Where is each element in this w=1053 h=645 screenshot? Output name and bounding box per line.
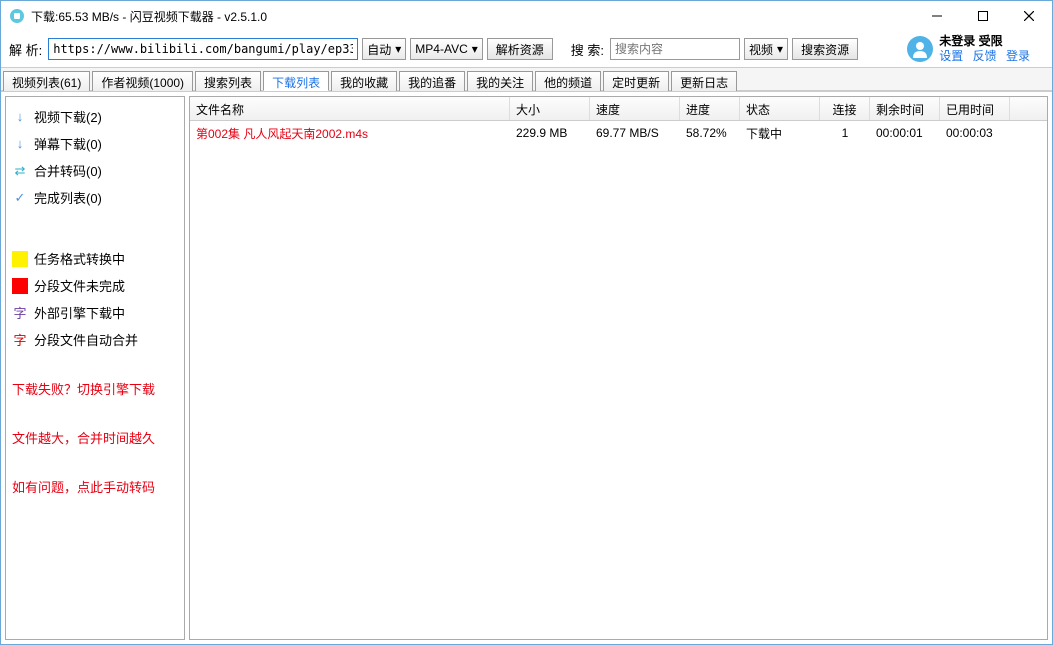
table-row[interactable]: 第002集 凡人风起天南2002.m4s 229.9 MB 69.77 MB/S… (190, 121, 1047, 145)
legend-incomplete: 分段文件未完成 (12, 274, 178, 297)
col-connections[interactable]: 连接 (820, 97, 870, 120)
col-filename[interactable]: 文件名称 (190, 97, 510, 120)
window-title: 下载:65.53 MB/s - 闪豆视频下载器 - v2.5.1.0 (31, 8, 267, 25)
chevron-down-icon: ▾ (395, 42, 401, 56)
legend-automerge: 字分段文件自动合并 (12, 328, 178, 351)
tab-video-list[interactable]: 视频列表(61) (3, 71, 90, 91)
parse-button[interactable]: 解析资源 (487, 38, 553, 60)
minimize-button[interactable] (914, 1, 960, 31)
sidebar-item-label: 弹幕下载(0) (34, 134, 102, 153)
search-input[interactable] (610, 38, 740, 60)
tab-changelog[interactable]: 更新日志 (671, 71, 737, 91)
sidebar: ↓ 视频下载(2) ↓ 弹幕下载(0) ⇄ 合并转码(0) ✓ 完成列表(0) … (5, 96, 185, 640)
col-size[interactable]: 大小 (510, 97, 590, 120)
cell-elapsed: 00:00:03 (940, 122, 1010, 144)
legend-external: 字外部引擎下载中 (12, 301, 178, 324)
parse-label: 解 析: (9, 40, 44, 59)
tab-download-list[interactable]: 下载列表 (263, 71, 329, 91)
url-input[interactable] (48, 38, 358, 60)
sidebar-item-merge[interactable]: ⇄ 合并转码(0) (12, 159, 178, 182)
search-type-dropdown[interactable]: 视频▾ (744, 38, 788, 60)
app-icon (9, 8, 25, 24)
tab-his-channel[interactable]: 他的频道 (535, 71, 601, 91)
convert-icon: ⇄ (12, 163, 28, 179)
tab-favorites[interactable]: 我的收藏 (331, 71, 397, 91)
sidebar-item-done[interactable]: ✓ 完成列表(0) (12, 186, 178, 209)
sidebar-item-label: 完成列表(0) (34, 188, 102, 207)
chevron-down-icon: ▾ (472, 42, 478, 56)
settings-link[interactable]: 设置 (939, 49, 963, 63)
sidebar-item-video-dl[interactable]: ↓ 视频下载(2) (12, 105, 178, 128)
login-link[interactable]: 登录 (1006, 49, 1030, 63)
search-button[interactable]: 搜索资源 (792, 38, 858, 60)
cell-filename: 第002集 凡人风起天南2002.m4s (190, 121, 510, 146)
tab-author-videos[interactable]: 作者视频(1000) (92, 71, 193, 91)
col-remaining[interactable]: 剩余时间 (870, 97, 940, 120)
cell-speed: 69.77 MB/S (590, 122, 680, 144)
cell-conn: 1 (820, 122, 870, 144)
col-speed[interactable]: 速度 (590, 97, 680, 120)
tip-large-file: 文件越大，合并时间越久 (12, 426, 178, 449)
cell-status: 下载中 (740, 121, 820, 146)
tabbar: 视频列表(61) 作者视频(1000) 搜索列表 下载列表 我的收藏 我的追番 … (1, 67, 1052, 91)
square-icon (12, 278, 28, 294)
tab-bangumi[interactable]: 我的追番 (399, 71, 465, 91)
col-progress[interactable]: 进度 (680, 97, 740, 120)
maximize-button[interactable] (960, 1, 1006, 31)
text-icon: 字 (12, 303, 28, 322)
tab-search-list[interactable]: 搜索列表 (195, 71, 261, 91)
square-icon (12, 251, 28, 267)
auto-dropdown[interactable]: 自动▾ (362, 38, 406, 60)
format-dropdown[interactable]: MP4-AVC▾ (410, 38, 482, 60)
tab-scheduled[interactable]: 定时更新 (603, 71, 669, 91)
close-button[interactable] (1006, 1, 1052, 31)
toolbar: 解 析: 自动▾ MP4-AVC▾ 解析资源 搜 索: 视频▾ 搜索资源 未登录… (1, 31, 1052, 67)
download-icon: ↓ (12, 109, 28, 125)
table-header: 文件名称 大小 速度 进度 状态 连接 剩余时间 已用时间 (190, 97, 1047, 121)
col-status[interactable]: 状态 (740, 97, 820, 120)
sidebar-item-danmu-dl[interactable]: ↓ 弹幕下载(0) (12, 132, 178, 155)
cell-progress: 58.72% (680, 122, 740, 144)
user-area: 未登录 受限 设置 反馈 登录 (907, 34, 1044, 64)
chevron-down-icon: ▾ (777, 42, 783, 56)
login-status: 未登录 受限 (939, 34, 1036, 49)
cell-size: 229.9 MB (510, 122, 590, 144)
sidebar-item-label: 视频下载(2) (34, 107, 102, 126)
avatar[interactable] (907, 36, 933, 62)
sidebar-item-label: 合并转码(0) (34, 161, 102, 180)
text-icon: 字 (12, 330, 28, 349)
feedback-link[interactable]: 反馈 (973, 49, 997, 63)
check-icon: ✓ (12, 190, 28, 206)
tip-switch-engine[interactable]: 下载失败？切换引擎下载 (12, 377, 178, 400)
col-elapsed[interactable]: 已用时间 (940, 97, 1010, 120)
legend-converting: 任务格式转换中 (12, 247, 178, 270)
tip-manual-transcode[interactable]: 如有问题，点此手动转码 (12, 475, 178, 498)
titlebar: 下载:65.53 MB/s - 闪豆视频下载器 - v2.5.1.0 (1, 1, 1052, 31)
download-icon: ↓ (12, 136, 28, 152)
tab-following[interactable]: 我的关注 (467, 71, 533, 91)
search-label: 搜 索: (571, 40, 606, 59)
cell-remain: 00:00:01 (870, 122, 940, 144)
download-table: 文件名称 大小 速度 进度 状态 连接 剩余时间 已用时间 第002集 凡人风起… (189, 96, 1048, 640)
